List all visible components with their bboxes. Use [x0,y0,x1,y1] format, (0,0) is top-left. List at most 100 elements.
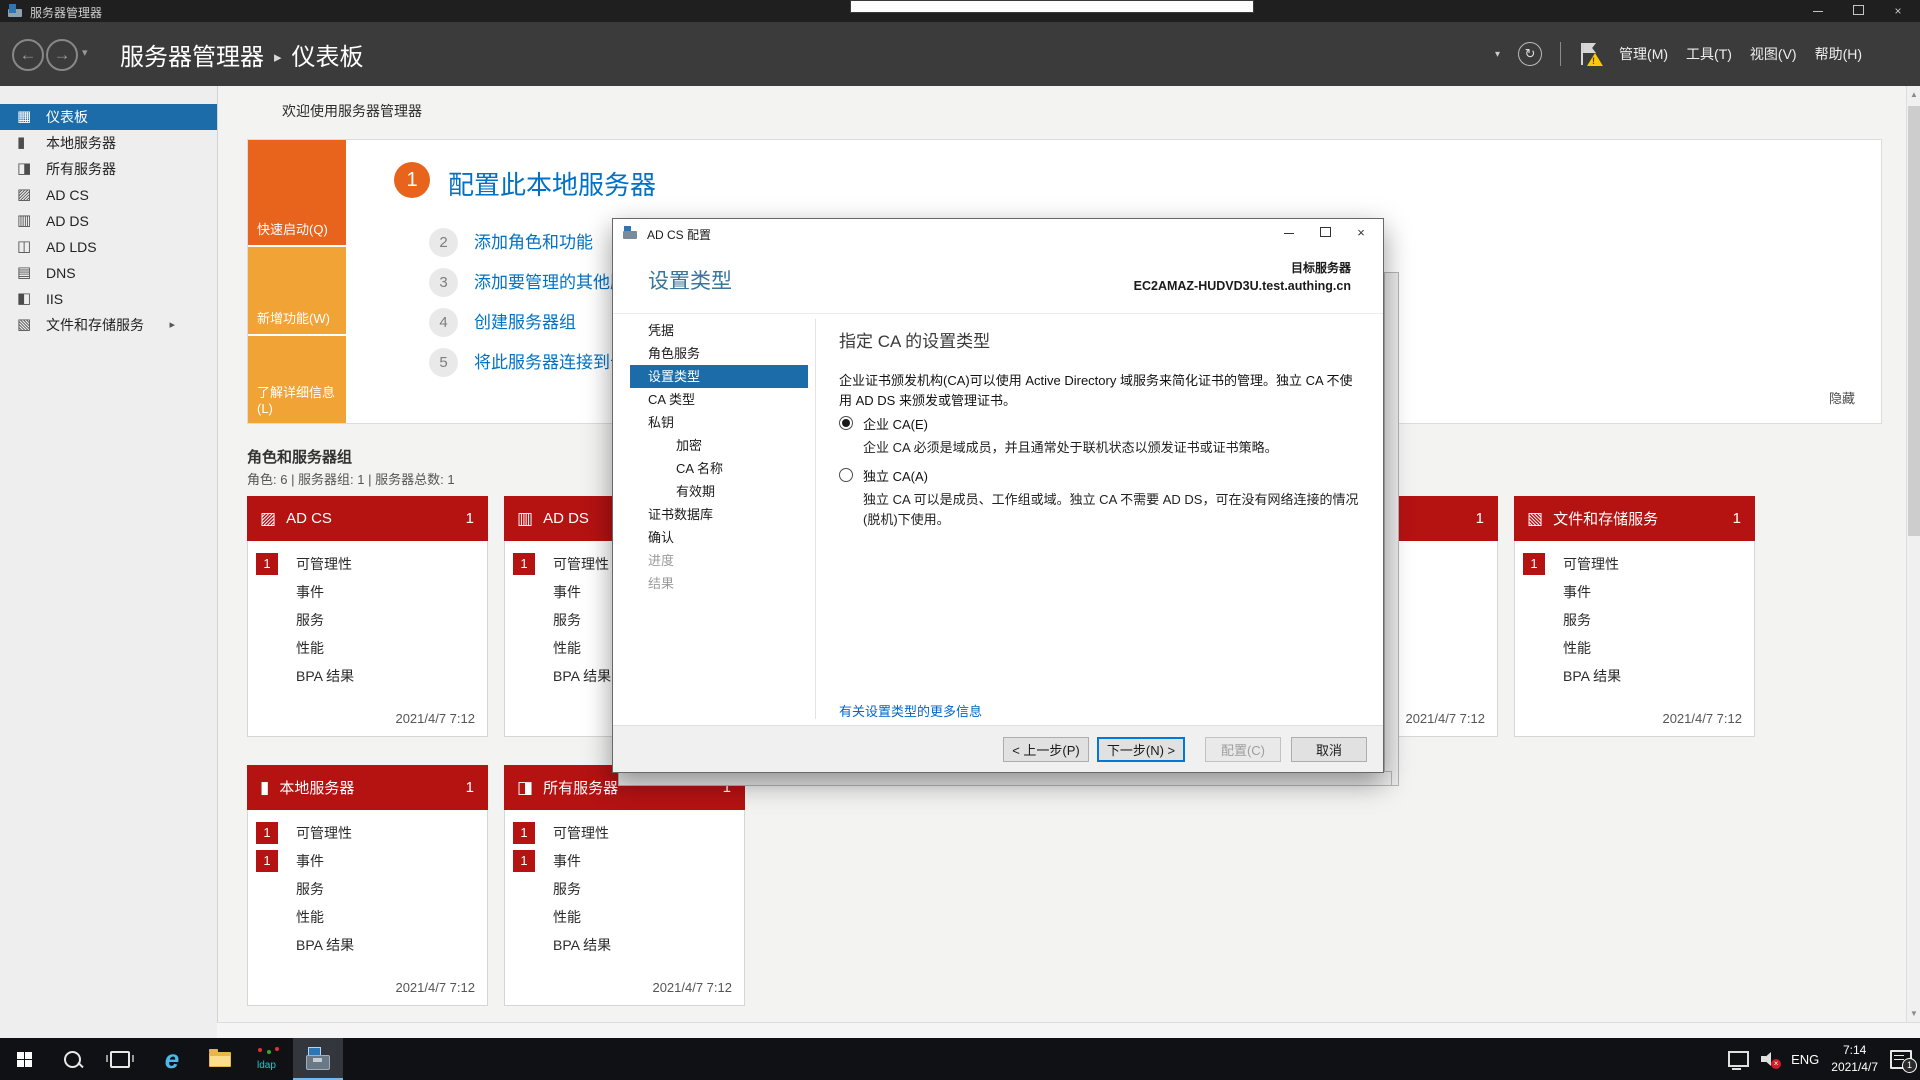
breadcrumb-separator-icon: ▸ [274,49,282,66]
tile-row[interactable]: 服务 [505,875,744,903]
alert-badge: 1 [513,850,535,872]
task-view-button[interactable] [96,1038,144,1080]
dialog-maximize-button[interactable] [1307,219,1343,247]
breadcrumb-root[interactable]: 服务器管理器 [120,44,264,71]
ad-cs-icon: ▨ [17,186,32,203]
radio-standalone-ca[interactable] [839,468,853,482]
tile-row[interactable]: 性能 [248,634,487,662]
tile-row[interactable]: 1 事件 [248,847,487,875]
sidebar-item-ad-cs[interactable]: ▨ AD CS [0,182,217,208]
dialog-minimize-button[interactable] [1271,219,1307,247]
sidebar-item-ad-lds[interactable]: ◫ AD LDS [0,234,217,260]
taskbar-ldap-button[interactable]: ldap [244,1038,292,1080]
target-server-name: EC2AMAZ-HUDVD3U.test.authing.cn [1133,279,1351,293]
step-4-create-server-group[interactable]: 创建服务器组 [474,308,576,337]
tile-row[interactable]: BPA 结果 [505,931,744,959]
menu-tools[interactable]: 工具(T) [1686,44,1732,64]
previous-button[interactable]: < 上一步(P) [1003,737,1089,762]
refresh-icon[interactable]: ↻ [1518,42,1543,66]
server-manager-icon [8,4,22,17]
sidebar-item-local-server[interactable]: ▮ 本地服务器 [0,130,217,156]
tile-row[interactable]: BPA 结果 [1515,662,1754,690]
tile-row[interactable]: BPA 结果 [248,662,487,690]
tab-quick-start[interactable]: 快速启动(Q) [248,140,346,245]
sidebar-item-iis[interactable]: ◧ IIS [0,286,217,312]
sidebar-item-ad-ds[interactable]: ▥ AD DS [0,208,217,234]
tab-learn-more[interactable]: 了解详细信息(L) [248,336,346,423]
radio-enterprise-ca[interactable] [839,416,853,430]
vertical-scrollbar[interactable]: ▲ ▼ [1906,86,1920,1022]
taskbar: e ldap × ENG 7:14 2021/4/7 1 [0,1038,1920,1080]
sidebar-item-file-storage[interactable]: ▧ 文件和存储服务 ▸ [0,312,217,338]
forward-button[interactable]: → [46,39,78,71]
scroll-down-icon[interactable]: ▼ [1907,1009,1920,1018]
radio-standalone-ca-label[interactable]: 独立 CA(A) [863,466,928,485]
step-1-configure-local-server[interactable]: 配置此本地服务器 [448,165,656,202]
scrollbar-thumb[interactable] [1908,106,1920,536]
tile-row[interactable]: 1 可管理性 [248,550,487,578]
configure-button[interactable]: 配置(C) [1205,737,1281,762]
network-icon[interactable] [1728,1051,1750,1070]
notification-flag-icon[interactable]: ! [1579,41,1604,67]
alert-badge: 1 [256,822,278,844]
nav-dropdown-caret-icon[interactable]: ▾ [82,46,88,59]
window-maximize-button[interactable] [1838,0,1878,22]
cancel-button[interactable]: 取消 [1291,737,1367,762]
sidebar-item-dns[interactable]: ▤ DNS [0,260,217,286]
task-view-icon [106,1050,134,1068]
wizard-nav-credentials: 凭据 [648,323,675,338]
sidebar-item-all-servers[interactable]: ◨ 所有服务器 [0,156,217,182]
tile-row[interactable]: 服务 [248,875,487,903]
wizard-page-title: 设置类型 [648,270,732,293]
next-button[interactable]: 下一步(N) > [1097,737,1185,762]
tab-whats-new[interactable]: 新增功能(W) [248,247,346,334]
tile-row[interactable]: 服务 [248,606,487,634]
speaker-muted-icon[interactable]: × [1761,1052,1782,1069]
taskbar-search-button[interactable] [48,1038,96,1080]
window-close-button[interactable]: × [1878,0,1918,22]
tile-row[interactable]: 事件 [248,578,487,606]
back-button[interactable]: ← [12,39,44,71]
tile-refresh-timestamp: 2021/4/7 7:12 [395,980,475,995]
alert-badge: 1 [256,850,278,872]
taskbar-ie-button[interactable]: e [148,1038,196,1080]
tile-row[interactable]: 性能 [505,903,744,931]
tile-row[interactable]: 1 事件 [505,847,744,875]
tile-row[interactable]: 性能 [1515,634,1754,662]
dns-icon: ▤ [17,264,32,281]
toolbar-caret-icon[interactable]: ▾ [1495,49,1500,60]
wizard-nav-confirmation: 确认 [648,530,675,545]
tile-row[interactable]: BPA 结果 [248,931,487,959]
tile-row[interactable]: 性能 [248,903,487,931]
start-button[interactable] [0,1038,48,1080]
menu-manage[interactable]: 管理(M) [1619,44,1668,64]
menu-help[interactable]: 帮助(H) [1815,44,1862,64]
more-info-link[interactable]: 有关设置类型的更多信息 [839,701,982,720]
scroll-up-icon[interactable]: ▲ [1907,90,1920,99]
tile-local-server-header[interactable]: ▮ 本地服务器 1 [247,765,488,810]
tile-row[interactable]: 服务 [1515,606,1754,634]
step-2-add-roles-features[interactable]: 添加角色和功能 [474,228,593,257]
tile-row[interactable]: 事件 [1515,578,1754,606]
horizontal-scrollbar[interactable] [217,1022,1920,1039]
language-indicator[interactable]: ENG [1791,1052,1819,1067]
dialog-titlebar[interactable]: AD CS 配置 × [613,219,1383,247]
action-center-icon[interactable]: 1 [1890,1049,1917,1073]
window-minimize-button[interactable] [1798,0,1838,22]
tile-row[interactable]: 1 可管理性 [505,819,744,847]
background-window-edge [850,0,1254,13]
tile-all-servers: ◨ 所有服务器 1 1 可管理性 1 事件 服务 性能 BPA 结果 2021/4/… [504,765,745,1006]
menu-view[interactable]: 视图(V) [1750,44,1797,64]
taskbar-server-manager-button[interactable] [293,1038,343,1080]
taskbar-explorer-button[interactable] [196,1038,244,1080]
tile-row[interactable]: 1 可管理性 [248,819,487,847]
tile-file-storage-header[interactable]: ▧ 文件和存储服务 1 [1514,496,1755,541]
hide-link[interactable]: 隐藏 [1829,388,1855,407]
dialog-close-button[interactable]: × [1343,219,1379,247]
tile-ad-cs-header[interactable]: ▨ AD CS 1 [247,496,488,541]
chevron-right-icon: ▸ [169,319,175,331]
clock[interactable]: 7:14 2021/4/7 [1831,1042,1878,1077]
tile-row[interactable]: 1 可管理性 [1515,550,1754,578]
radio-enterprise-ca-label[interactable]: 企业 CA(E) [863,414,928,433]
sidebar-item-dashboard[interactable]: ▦ 仪表板 [0,104,217,130]
